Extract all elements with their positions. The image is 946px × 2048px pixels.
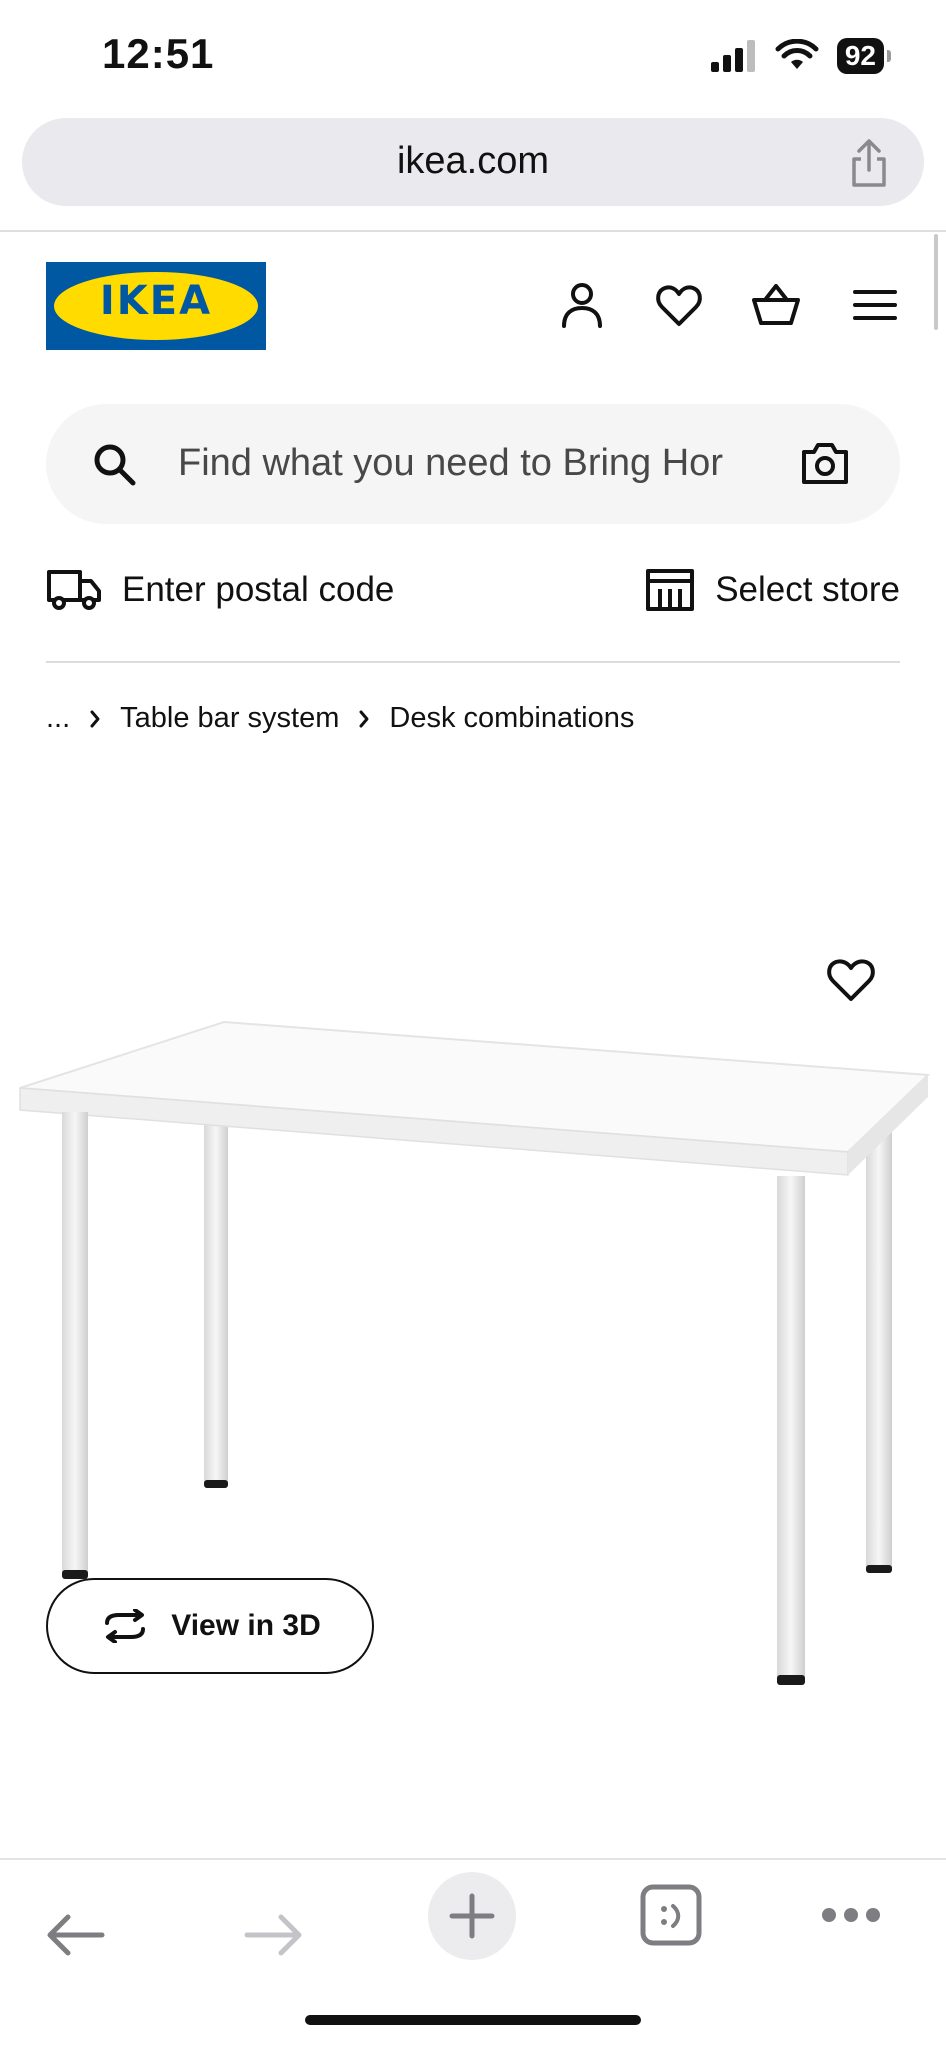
menu-icon[interactable] — [850, 280, 900, 330]
search-icon — [94, 444, 136, 486]
favorite-heart-icon[interactable] — [825, 955, 877, 1003]
delivery-row: Enter postal code Select store — [46, 568, 900, 624]
cellular-signal-icon — [710, 40, 755, 72]
breadcrumb-ellipsis[interactable]: ... — [46, 702, 70, 735]
truck-icon — [47, 570, 101, 610]
postal-code-label: Enter postal code — [122, 570, 395, 609]
select-store-label: Select store — [715, 570, 900, 609]
search-input[interactable]: Find what you need to Bring Hor — [178, 442, 808, 485]
more-options-icon[interactable] — [820, 1906, 882, 1924]
header-divider — [46, 661, 900, 663]
store-icon — [646, 569, 695, 611]
back-arrow-icon[interactable] — [44, 1910, 106, 1960]
search-bar[interactable]: Find what you need to Bring Hor — [46, 404, 900, 524]
home-indicator[interactable] — [305, 2015, 641, 2025]
url-text: ikea.com — [396, 140, 550, 182]
breadcrumb: ... Table bar system Desk combinations — [46, 702, 634, 735]
battery-indicator: 92 — [836, 38, 892, 74]
scroll-indicator[interactable] — [934, 234, 938, 330]
select-store-button[interactable]: Select store — [645, 568, 900, 612]
view-in-3d-label: View in 3D — [171, 1609, 321, 1642]
camera-icon[interactable] — [800, 440, 850, 486]
chevron-right-icon — [90, 710, 100, 727]
address-bar[interactable]: ikea.com — [22, 118, 924, 206]
heart-icon[interactable] — [654, 280, 704, 330]
view-in-3d-button[interactable]: View in 3D — [46, 1578, 374, 1674]
account-icon[interactable] — [557, 280, 607, 330]
breadcrumb-item-desk-combinations[interactable]: Desk combinations — [389, 702, 634, 735]
browser-divider — [0, 230, 946, 232]
breadcrumb-item-table-bar-system[interactable]: Table bar system — [120, 702, 339, 735]
wifi-icon — [775, 39, 819, 69]
basket-icon[interactable] — [751, 280, 801, 330]
rotate-3d-icon — [105, 1609, 146, 1643]
status-bar: 12:51 92 — [0, 0, 946, 110]
status-icons: 92 — [710, 38, 892, 74]
postal-code-button[interactable]: Enter postal code — [46, 568, 394, 612]
status-time: 12:51 — [102, 30, 215, 77]
new-tab-plus-icon[interactable] — [428, 1872, 516, 1960]
tabs-icon[interactable] — [640, 1884, 702, 1946]
ikea-logo[interactable]: IKEA — [46, 262, 266, 350]
forward-arrow-icon[interactable] — [243, 1910, 305, 1960]
logo-text: IKEA — [99, 278, 213, 324]
chevron-right-icon — [359, 710, 369, 727]
share-icon[interactable] — [846, 138, 892, 188]
product-image[interactable] — [0, 780, 946, 1840]
